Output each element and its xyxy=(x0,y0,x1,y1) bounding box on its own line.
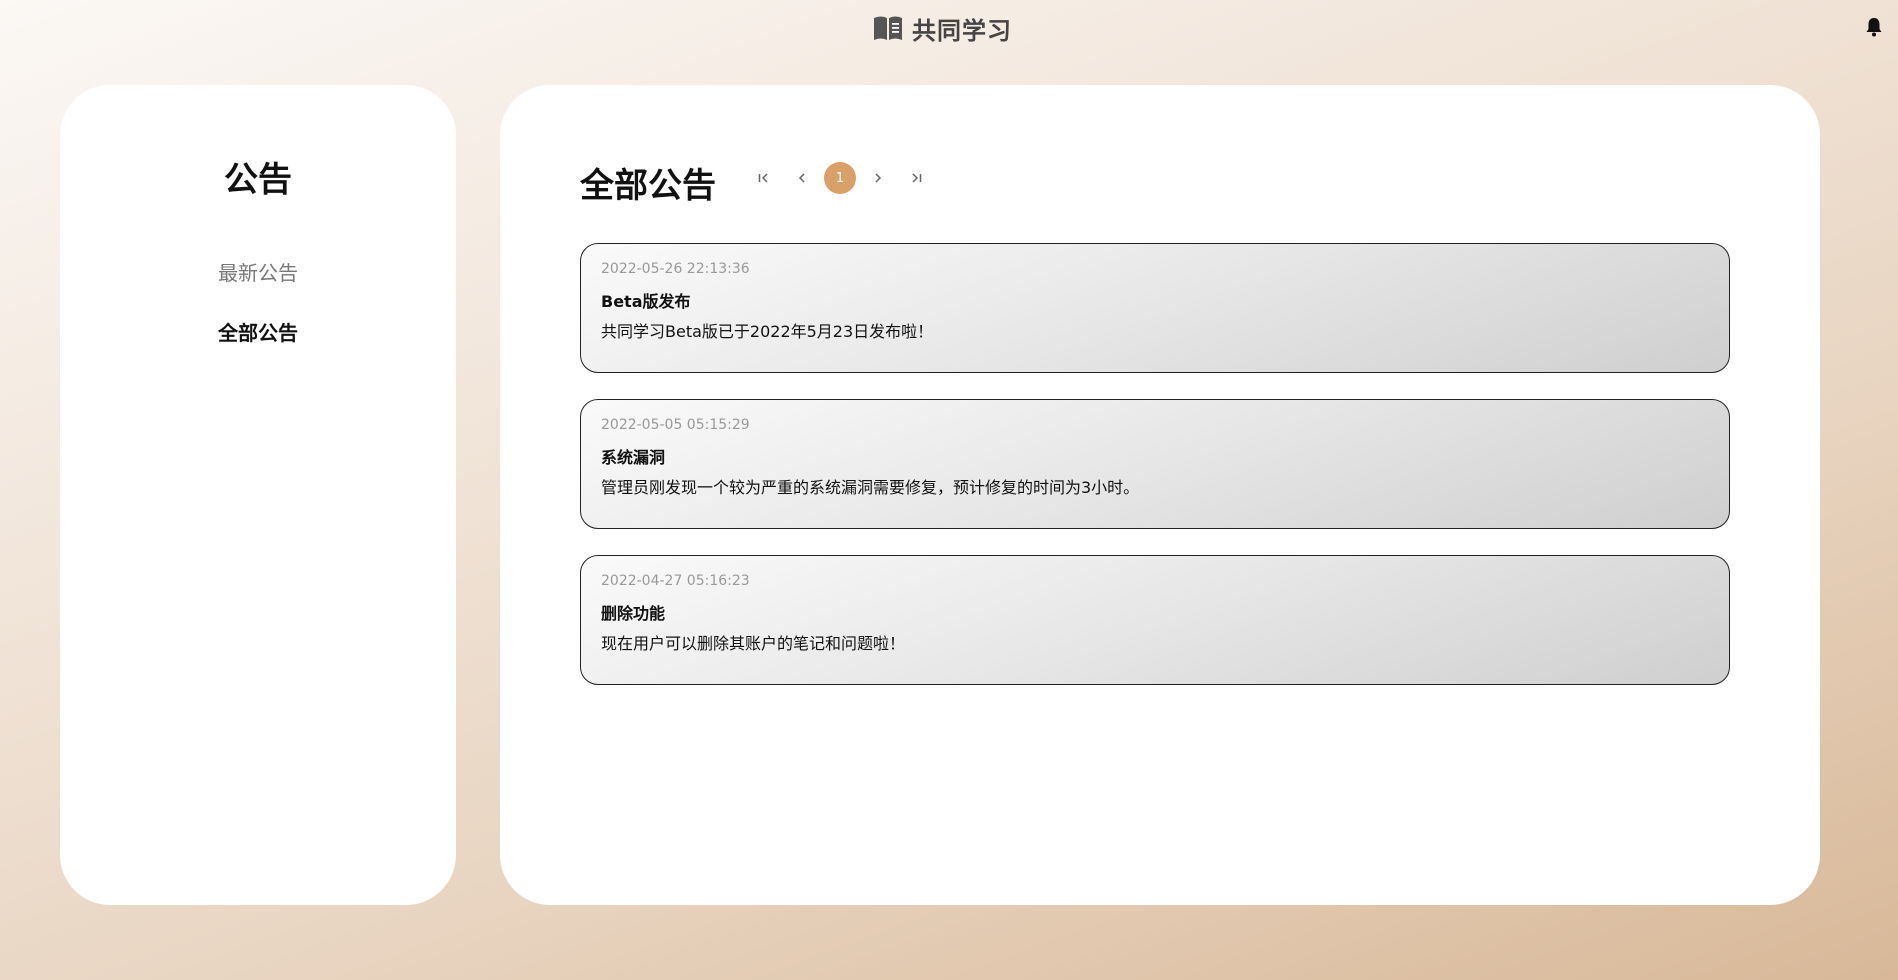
sidebar-item-latest-announcements[interactable]: 最新公告 xyxy=(60,257,456,286)
brand-logo-link[interactable]: 共同学习 xyxy=(872,10,1012,46)
next-page-icon[interactable] xyxy=(862,162,894,194)
sidebar-title: 公告 xyxy=(224,160,292,200)
book-icon xyxy=(872,13,904,43)
brand-title: 共同学习 xyxy=(912,16,1012,45)
announcement-card[interactable]: 2022-05-26 22:13:36 Beta版发布 共同学习Beta版已于2… xyxy=(580,243,1730,373)
announcement-card[interactable]: 2022-04-27 05:16:23 删除功能 现在用户可以删除其账户的笔记和… xyxy=(580,555,1730,685)
main-panel: 全部公告 1 2022-05-26 22:13:36 Beta版发布 共同学习B… xyxy=(500,85,1820,905)
announcement-date: 2022-04-27 05:16:23 xyxy=(601,573,750,589)
announcement-card[interactable]: 2022-05-05 05:15:29 系统漏洞 管理员刚发现一个较为严重的系统… xyxy=(580,399,1730,529)
top-bar: 共同学习 xyxy=(0,0,1898,56)
last-page-icon[interactable] xyxy=(900,162,932,194)
announcement-title: Beta版发布 xyxy=(601,292,691,311)
first-page-icon[interactable] xyxy=(748,162,780,194)
page-number-button[interactable]: 1 xyxy=(824,162,856,194)
bell-icon[interactable] xyxy=(1865,17,1883,37)
announcement-date: 2022-05-26 22:13:36 xyxy=(601,261,750,277)
announcement-title: 删除功能 xyxy=(601,604,666,623)
sidebar: 公告 最新公告 全部公告 xyxy=(60,85,456,905)
prev-page-icon[interactable] xyxy=(786,162,818,194)
announcement-title: 系统漏洞 xyxy=(601,448,666,467)
pagination: 1 xyxy=(748,162,938,194)
announcement-body: 管理员刚发现一个较为严重的系统漏洞需要修复，预计修复的时间为3小时。 xyxy=(601,478,1140,497)
sidebar-item-all-announcements[interactable]: 全部公告 xyxy=(60,317,456,346)
announcement-body: 共同学习Beta版已于2022年5月23日发布啦！ xyxy=(601,322,934,341)
announcement-date: 2022-05-05 05:15:29 xyxy=(601,417,750,433)
announcement-body: 现在用户可以删除其账户的笔记和问题啦！ xyxy=(601,634,906,653)
page-title: 全部公告 xyxy=(580,166,716,206)
